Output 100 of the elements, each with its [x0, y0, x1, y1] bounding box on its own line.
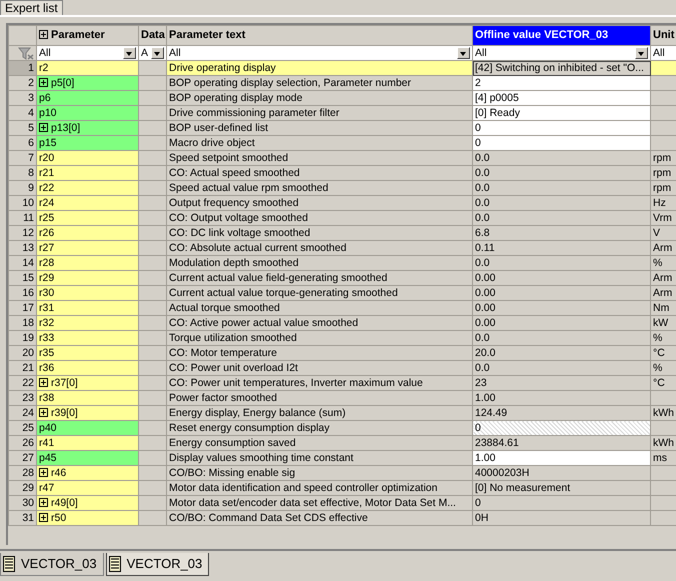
parameter-cell: r26 [36, 226, 138, 240]
expand-icon[interactable] [39, 498, 48, 506]
table-cell: % [650, 360, 676, 376]
table-cell: Vrm [650, 210, 676, 226]
value-cell: 0.0 [472, 180, 650, 196]
expand-icon[interactable] [39, 468, 48, 476]
parameter-cell: r30 [36, 286, 138, 300]
table-cell: Arm [650, 270, 676, 286]
parameter-cell: r22 [36, 180, 138, 196]
table-cell: Motor data set/encoder data set effective, Motor Data Set M... [166, 496, 472, 510]
expand-icon[interactable] [39, 408, 48, 416]
table-cell: Current actual value torque-generating smoothed [166, 286, 472, 300]
table-cell: BOP operating display selection, Parameter number [166, 76, 472, 90]
value-cell: 0.00 [472, 286, 650, 300]
row-number[interactable]: 1 [8, 60, 36, 76]
parameter-cell: p5[0] [36, 76, 138, 90]
table-cell: BOP operating display mode [166, 90, 472, 106]
parameter-cell: r36 [36, 360, 138, 376]
table-cell: CO: Actual speed smoothed [166, 166, 472, 180]
parameter-cell: r35 [36, 346, 138, 360]
expand-icon[interactable] [39, 78, 48, 86]
value-cell: [42] Switching on inhibited - set "O... [472, 60, 650, 76]
table-cell: CO/BO: Command Data Set CDS effective [166, 510, 472, 526]
value-cell: 0.0 [472, 166, 650, 180]
value-cell[interactable]: 0 [472, 120, 650, 136]
parameter-cell: r24 [36, 196, 138, 210]
value-cell: 0 [472, 496, 650, 510]
table-cell: CO: Absolute actual current smoothed [166, 240, 472, 256]
parameter-cell: r38 [36, 390, 138, 406]
table-cell: Actual torque smoothed [166, 300, 472, 316]
value-cell: 0.11 [472, 240, 650, 256]
filter-dropdown[interactable]: All [166, 46, 472, 60]
table-cell: CO: DC link voltage smoothed [166, 226, 472, 240]
parameter-cell: r25 [36, 210, 138, 226]
value-cell: 6.8 [472, 226, 650, 240]
table-cell: CO: Output voltage smoothed [166, 210, 472, 226]
table-cell: Arm [650, 286, 676, 300]
table-cell: Current actual value field-generating smoothed [166, 270, 472, 286]
parameter-cell: r49[0] [36, 496, 138, 510]
value-cell[interactable]: [0] Ready [472, 106, 650, 120]
parameter-cell: r41 [36, 436, 138, 450]
value-cell: 23 [472, 376, 650, 390]
table-cell: Nm [650, 300, 676, 316]
value-cell: [0] No measurement [472, 480, 650, 496]
parameter-cell: p15 [36, 136, 138, 150]
value-cell: 0.0 [472, 330, 650, 346]
column-header[interactable]: Parameter [36, 26, 138, 46]
table-cell: °C [650, 376, 676, 390]
table-cell: kW [650, 316, 676, 330]
document-icon [108, 556, 121, 572]
table-cell: Macro drive object [166, 136, 472, 150]
filter-icon[interactable] [18, 46, 34, 60]
expand-icon[interactable] [39, 512, 48, 522]
table-cell: Output frequency smoothed [166, 196, 472, 210]
expand-icon[interactable] [39, 378, 48, 386]
table-cell: CO: Motor temperature [166, 346, 472, 360]
parameter-cell: r33 [36, 330, 138, 346]
column-header[interactable]: Parameter text [166, 26, 472, 46]
parameter-cell: r2 [36, 60, 138, 76]
value-cell: 0.0 [472, 150, 650, 166]
parameter-cell: r39[0] [36, 406, 138, 420]
value-cell[interactable]: 1.00 [472, 450, 650, 466]
tab[interactable]: VECTOR_03 [106, 553, 210, 576]
table-cell: CO: Active power actual value smoothed [166, 316, 472, 330]
parameter-cell: p6 [36, 90, 138, 106]
table-cell: Reset energy consumption display [166, 420, 472, 436]
value-cell[interactable]: 0 [472, 136, 650, 150]
parameter-cell: r37[0] [36, 376, 138, 390]
value-cell[interactable]: 2 [472, 76, 650, 90]
parameter-cell: r50 [36, 510, 138, 526]
filter-dropdown[interactable]: All [472, 46, 650, 60]
parameter-cell: r29 [36, 270, 138, 286]
value-cell: 0.0 [472, 256, 650, 270]
table-cell: Torque utilization smoothed [166, 330, 472, 346]
parameter-cell: r46 [36, 466, 138, 480]
table-cell: % [650, 256, 676, 270]
expand-icon[interactable] [39, 30, 48, 39]
value-cell: 0.0 [472, 196, 650, 210]
parameter-cell: r28 [36, 256, 138, 270]
parameter-cell: r32 [36, 316, 138, 330]
table-cell: Speed actual value rpm smoothed [166, 180, 472, 196]
value-cell: 0.0 [472, 210, 650, 226]
tab[interactable]: VECTOR_03 [0, 553, 104, 576]
table-cell: CO: Power unit overload I2t [166, 360, 472, 376]
filter-dropdown[interactable]: All [36, 46, 138, 60]
table-cell: CO: Power unit temperatures, Inverter maximum value [166, 376, 472, 390]
parameter-cell: r31 [36, 300, 138, 316]
tab[interactable]: Expert list [0, 0, 63, 15]
table-cell: V [650, 226, 676, 240]
value-cell: 0 [472, 420, 650, 436]
table-cell: Hz [650, 196, 676, 210]
filter-dropdown[interactable]: All [650, 46, 676, 60]
parameter-cell: p45 [36, 450, 138, 466]
table-cell: Speed setpoint smoothed [166, 150, 472, 166]
value-cell: 0H [472, 510, 650, 526]
filter-dropdown[interactable]: A [138, 46, 166, 60]
value-cell[interactable]: [4] p0005 [472, 90, 650, 106]
value-cell: 0.00 [472, 300, 650, 316]
expand-icon[interactable] [39, 122, 48, 132]
column-header[interactable]: Offline value VECTOR_03 [472, 26, 650, 46]
